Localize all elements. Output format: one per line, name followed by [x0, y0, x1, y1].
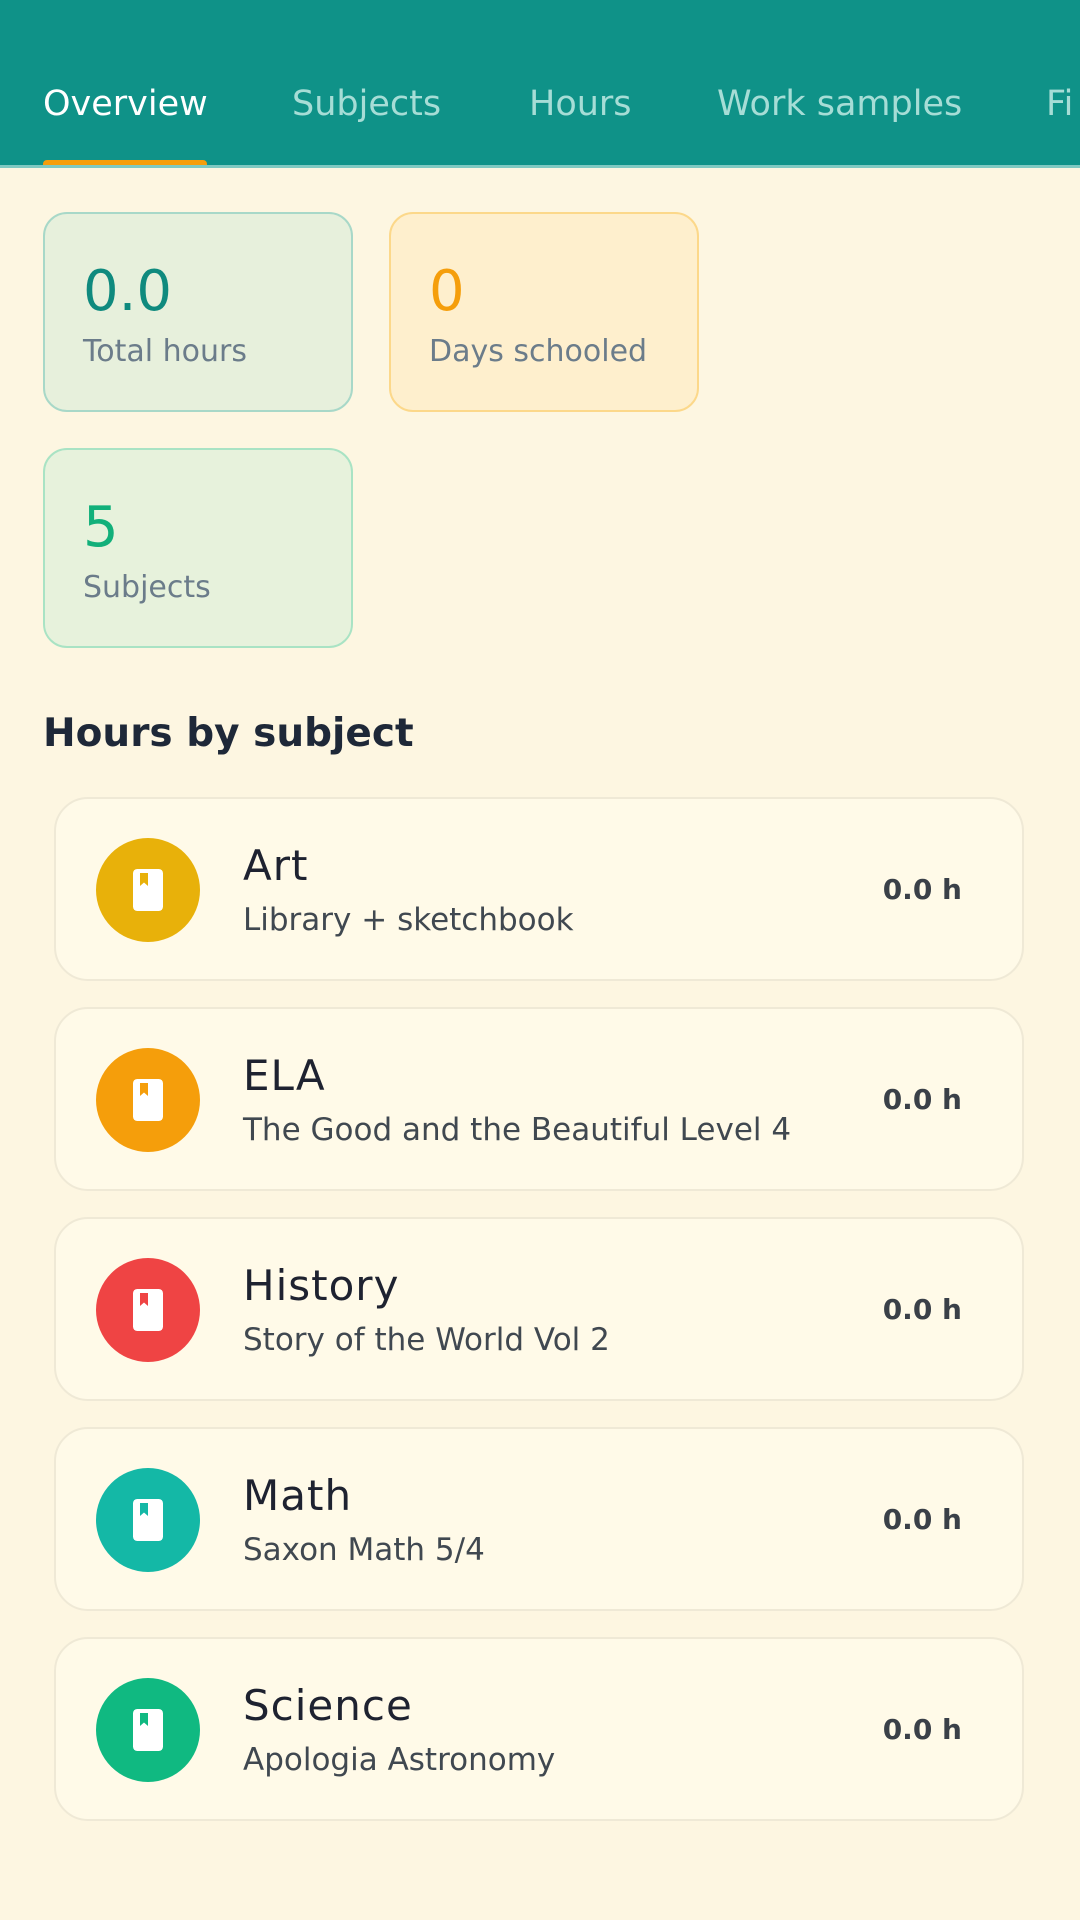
tab-work-samples[interactable]: Work samples: [717, 83, 962, 125]
book-icon: [133, 1079, 163, 1121]
subject-icon-badge: [96, 1468, 200, 1572]
subject-hours: 0.0 h: [882, 1503, 962, 1536]
subject-hours: 0.0 h: [882, 1083, 962, 1116]
total-hours-value: 0.0: [83, 259, 173, 324]
subject-description: Saxon Math 5/4: [243, 1532, 485, 1568]
total-hours-label: Total hours: [83, 334, 247, 369]
tab-files[interactable]: Fi: [1046, 83, 1073, 125]
tab-subjects[interactable]: Subjects: [292, 83, 441, 125]
tab-overview[interactable]: Overview: [43, 83, 208, 125]
subject-name: ELA: [243, 1051, 326, 1100]
subject-name: Science: [243, 1681, 413, 1730]
subject-icon-badge: [96, 1048, 200, 1152]
subjects-count-label: Subjects: [83, 570, 211, 605]
subjects-count-value: 5: [83, 495, 119, 560]
active-tab-indicator: [43, 160, 207, 165]
section-title: Hours by subject: [43, 711, 414, 756]
subject-icon-badge: [96, 838, 200, 942]
subject-name: History: [243, 1261, 400, 1310]
subject-hours: 0.0 h: [882, 1713, 962, 1746]
subject-description: Library + sketchbook: [243, 902, 574, 938]
book-icon: [133, 1499, 163, 1541]
book-icon: [133, 1709, 163, 1751]
subject-name: Math: [243, 1471, 353, 1520]
stat-card-days-schooled: 0 Days schooled: [389, 212, 699, 412]
subject-hours: 0.0 h: [882, 1293, 962, 1326]
subject-row-art[interactable]: Art Library + sketchbook 0.0 h: [54, 797, 1024, 981]
subject-row-history[interactable]: History Story of the World Vol 2 0.0 h: [54, 1217, 1024, 1401]
book-icon: [133, 1289, 163, 1331]
subject-name: Art: [243, 841, 309, 890]
subject-description: Story of the World Vol 2: [243, 1322, 610, 1358]
subject-row-math[interactable]: Math Saxon Math 5/4 0.0 h: [54, 1427, 1024, 1611]
subject-description: The Good and the Beautiful Level 4: [243, 1112, 792, 1148]
stat-card-subjects: 5 Subjects: [43, 448, 353, 648]
subject-row-science[interactable]: Science Apologia Astronomy 0.0 h: [54, 1637, 1024, 1821]
top-tab-bar: Overview Subjects Hours Work samples Fi: [0, 0, 1080, 168]
subject-hours: 0.0 h: [882, 873, 962, 906]
stat-card-total-hours: 0.0 Total hours: [43, 212, 353, 412]
subject-row-ela[interactable]: ELA The Good and the Beautiful Level 4 0…: [54, 1007, 1024, 1191]
tab-hours[interactable]: Hours: [529, 83, 632, 125]
days-schooled-value: 0: [429, 259, 465, 324]
subject-icon-badge: [96, 1258, 200, 1362]
book-icon: [133, 869, 163, 911]
subject-description: Apologia Astronomy: [243, 1742, 556, 1778]
days-schooled-label: Days schooled: [429, 334, 648, 369]
subject-icon-badge: [96, 1678, 200, 1782]
